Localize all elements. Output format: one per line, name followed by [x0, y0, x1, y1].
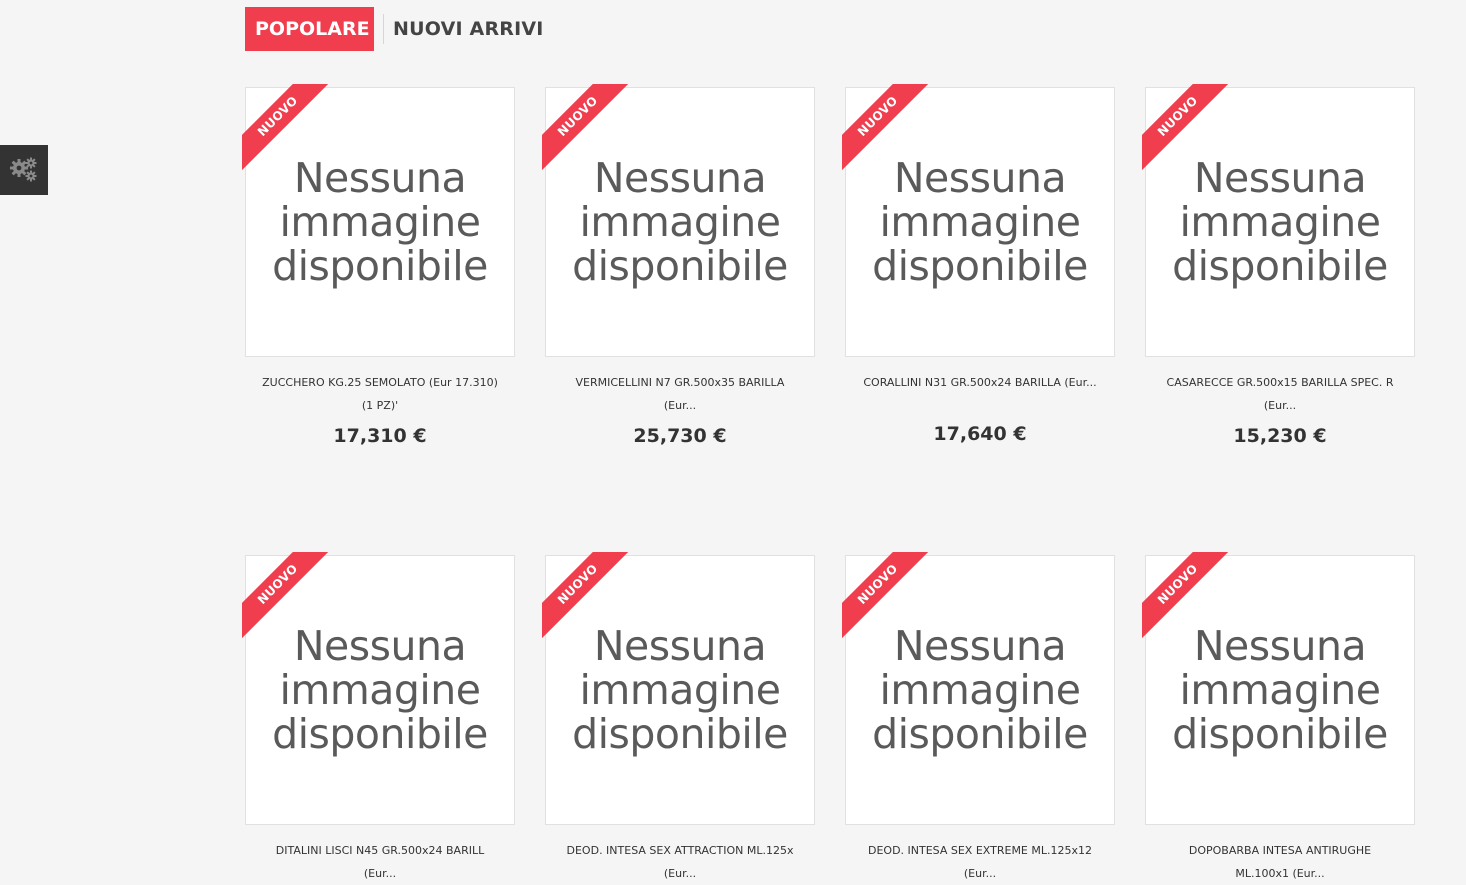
- product-name-link[interactable]: VERMICELLINI N7 GR.500x35 BARILLA (Eur..…: [545, 371, 815, 417]
- product-name-link[interactable]: DOPOBARBA INTESA ANTIRUGHE ML.100x1 (Eur…: [1145, 839, 1415, 885]
- new-ribbon-label: NUOVO: [842, 84, 932, 174]
- new-ribbon-label: NUOVO: [1142, 552, 1232, 642]
- new-ribbon: NUOVO: [542, 552, 632, 642]
- product-image-link[interactable]: Nessuna immagine disponibile NUOVO: [1142, 552, 1415, 825]
- product-name-link[interactable]: DEOD. INTESA SEX ATTRACTION ML.125x (Eur…: [545, 839, 815, 885]
- no-image-placeholder: Nessuna immagine disponibile: [1146, 624, 1414, 756]
- gears-icon: [10, 157, 37, 182]
- product-name-link[interactable]: DEOD. INTESA SEX EXTREME ML.125x12 (Eur.…: [845, 839, 1115, 885]
- placeholder-line: immagine: [1179, 666, 1381, 714]
- product-name-line: (1 PZ)': [361, 399, 399, 412]
- new-ribbon: NUOVO: [842, 84, 932, 174]
- placeholder-line: disponibile: [872, 710, 1088, 758]
- product-name-link[interactable]: CORALLINI N31 GR.500x24 BARILLA (Eur...: [845, 371, 1115, 417]
- product-name-link[interactable]: CASARECCE GR.500x15 BARILLA SPEC. R (Eur…: [1145, 371, 1415, 417]
- product-name-line: DITALINI LISCI N45 GR.500x24 BARILL: [275, 844, 485, 857]
- product-name-line: (Eur...: [663, 399, 697, 412]
- new-ribbon-label: NUOVO: [242, 84, 332, 174]
- new-ribbon-label: NUOVO: [1142, 84, 1232, 174]
- product-name-line: (Eur...: [1263, 399, 1297, 412]
- placeholder-line: immagine: [579, 666, 781, 714]
- no-image-placeholder: Nessuna immagine disponibile: [546, 156, 814, 288]
- new-ribbon: NUOVO: [242, 552, 332, 642]
- product-name-line: VERMICELLINI N7 GR.500x35 BARILLA: [575, 376, 785, 389]
- new-ribbon-label: NUOVO: [242, 552, 332, 642]
- product-image-link[interactable]: Nessuna immagine disponibile NUOVO: [242, 552, 515, 825]
- no-image-placeholder: Nessuna immagine disponibile: [546, 624, 814, 756]
- placeholder-line: disponibile: [272, 710, 488, 758]
- placeholder-line: disponibile: [272, 242, 488, 290]
- new-ribbon: NUOVO: [1142, 84, 1232, 174]
- placeholder-line: disponibile: [572, 710, 788, 758]
- product-image-link[interactable]: Nessuna immagine disponibile NUOVO: [542, 552, 815, 825]
- tab-popular[interactable]: POPOLARE: [245, 7, 374, 51]
- tab-new-arrivals[interactable]: NUOVI ARRIVI: [393, 7, 554, 51]
- tab-divider: [383, 14, 384, 44]
- product-tabs: POPOLARE NUOVI ARRIVI: [245, 7, 554, 51]
- product-card: Nessuna immagine disponibile NUOVO DOPOB…: [1142, 552, 1415, 885]
- new-ribbon-label: NUOVO: [542, 84, 632, 174]
- placeholder-line: immagine: [879, 198, 1081, 246]
- no-image-placeholder: Nessuna immagine disponibile: [846, 624, 1114, 756]
- new-ribbon: NUOVO: [242, 84, 332, 174]
- placeholder-line: immagine: [879, 666, 1081, 714]
- product-name-line: CORALLINI N31 GR.500x24 BARILLA (Eur...: [863, 376, 1097, 389]
- placeholder-line: immagine: [279, 198, 481, 246]
- settings-toggle-button[interactable]: [0, 145, 48, 195]
- product-name-line: DEOD. INTESA SEX ATTRACTION ML.125x: [566, 844, 794, 857]
- new-ribbon: NUOVO: [842, 552, 932, 642]
- product-price: 17,310 €: [333, 425, 427, 447]
- placeholder-line: disponibile: [572, 242, 788, 290]
- product-image-link[interactable]: Nessuna immagine disponibile NUOVO: [842, 84, 1115, 357]
- placeholder-line: immagine: [1179, 198, 1381, 246]
- product-card: Nessuna immagine disponibile NUOVO VERMI…: [542, 84, 815, 447]
- no-image-placeholder: Nessuna immagine disponibile: [1146, 156, 1414, 288]
- product-name-line: ZUCCHERO KG.25 SEMOLATO (Eur 17.310): [262, 376, 498, 389]
- product-card: Nessuna immagine disponibile NUOVO DEOD.…: [542, 552, 815, 885]
- product-price: 17,640 €: [933, 423, 1027, 445]
- new-ribbon: NUOVO: [542, 84, 632, 174]
- product-card: Nessuna immagine disponibile NUOVO CORAL…: [842, 84, 1115, 445]
- new-ribbon-label: NUOVO: [542, 552, 632, 642]
- placeholder-line: immagine: [579, 198, 781, 246]
- new-ribbon-label: NUOVO: [842, 552, 932, 642]
- product-card: Nessuna immagine disponibile NUOVO ZUCCH…: [242, 84, 515, 447]
- product-price: 25,730 €: [633, 425, 727, 447]
- no-image-placeholder: Nessuna immagine disponibile: [246, 624, 514, 756]
- product-name-line: DOPOBARBA INTESA ANTIRUGHE: [1188, 844, 1372, 857]
- placeholder-line: disponibile: [1172, 710, 1388, 758]
- product-card: Nessuna immagine disponibile NUOVO DITAL…: [242, 552, 515, 885]
- product-price: 15,230 €: [1233, 425, 1327, 447]
- product-name-link[interactable]: DITALINI LISCI N45 GR.500x24 BARILL (Eur…: [245, 839, 515, 885]
- no-image-placeholder: Nessuna immagine disponibile: [246, 156, 514, 288]
- placeholder-line: immagine: [279, 666, 481, 714]
- product-name-link[interactable]: ZUCCHERO KG.25 SEMOLATO (Eur 17.310) (1 …: [245, 371, 515, 417]
- product-image-link[interactable]: Nessuna immagine disponibile NUOVO: [542, 84, 815, 357]
- product-name-line: DEOD. INTESA SEX EXTREME ML.125x12: [867, 844, 1093, 857]
- product-image-link[interactable]: Nessuna immagine disponibile NUOVO: [842, 552, 1115, 825]
- new-ribbon: NUOVO: [1142, 552, 1232, 642]
- product-card: Nessuna immagine disponibile NUOVO CASAR…: [1142, 84, 1415, 447]
- no-image-placeholder: Nessuna immagine disponibile: [846, 156, 1114, 288]
- placeholder-line: disponibile: [872, 242, 1088, 290]
- product-image-link[interactable]: Nessuna immagine disponibile NUOVO: [1142, 84, 1415, 357]
- product-card: Nessuna immagine disponibile NUOVO DEOD.…: [842, 552, 1115, 885]
- placeholder-line: disponibile: [1172, 242, 1388, 290]
- product-image-link[interactable]: Nessuna immagine disponibile NUOVO: [242, 84, 515, 357]
- product-name-line: CASARECCE GR.500x15 BARILLA SPEC. R: [1166, 376, 1394, 389]
